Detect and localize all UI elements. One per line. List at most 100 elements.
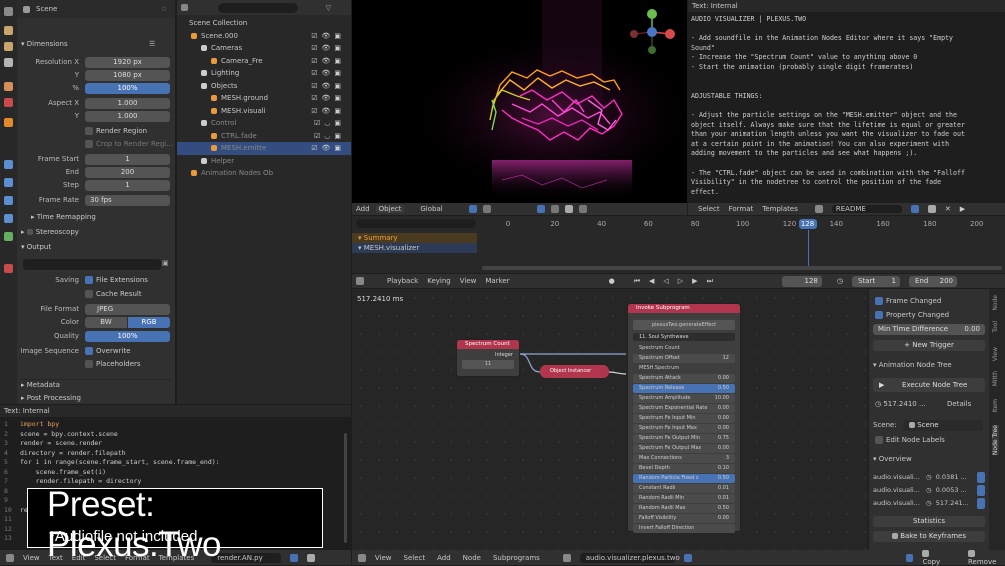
current-frame-field[interactable]: 128 (781, 275, 822, 287)
file-ext-checkbox[interactable]: File Extensions (85, 276, 148, 284)
n-panel-tab[interactable]: Node (992, 295, 999, 311)
readme-line[interactable]: object itself. Always make sure that the… (691, 121, 1003, 131)
viewport-object-menu[interactable]: Object (375, 205, 405, 213)
overwrite-checkbox[interactable]: Overwrite (85, 347, 130, 355)
readme-line[interactable] (691, 82, 1003, 92)
menu-item[interactable]: Select (404, 554, 426, 562)
node-input-row[interactable]: Constant Radii 0.01 (633, 484, 735, 493)
playback-menu[interactable]: Playback (387, 277, 418, 285)
ant-section[interactable]: ▾ Animation Node Tree (873, 361, 952, 369)
node-input-row[interactable]: Random Radii Max 0.50 (633, 504, 735, 513)
outliner-item[interactable]: Scene.000 ☑👁▣ (177, 30, 351, 43)
jump-start-icon[interactable]: ⏮ (634, 277, 640, 286)
jump-end-icon[interactable]: ⏭ (707, 277, 713, 286)
viewport-3d[interactable] (352, 0, 687, 203)
run-script-icon[interactable]: ▶ (960, 205, 965, 213)
execute-button[interactable]: ▶ Execute Node Tree (873, 378, 985, 392)
overview-section[interactable]: ▾ Overview (873, 455, 912, 463)
editor-type-icon[interactable] (6, 553, 14, 562)
node-input-row[interactable]: Spectrum Attack 0.00 (633, 374, 735, 383)
outliner-search[interactable] (218, 2, 298, 13)
text-right-file-name[interactable]: README (831, 205, 902, 213)
outliner-root[interactable]: Scene Collection (177, 17, 351, 30)
overview-action-icon[interactable] (977, 472, 985, 483)
current-frame-marker[interactable]: 128 (798, 219, 817, 229)
post-processing-section[interactable]: ▸ Post Processing (21, 394, 81, 402)
pin-icon[interactable]: ☆ (161, 5, 167, 13)
node-tree-name[interactable]: audio.visualizer.plexus.two (579, 552, 680, 563)
readme-line[interactable]: Visibility" in the nodetree to control t… (691, 178, 1003, 188)
file-format-select[interactable]: JPEG (85, 304, 170, 315)
object-instancer-node[interactable]: Object Instancer (540, 365, 609, 378)
copy-button[interactable]: Copy (922, 550, 949, 566)
statistics-button[interactable]: Statistics (873, 516, 985, 527)
spectrum-count-value[interactable]: 11 (462, 360, 514, 369)
physics-icon[interactable] (4, 196, 13, 205)
overview-row[interactable]: audio.visuali... ◷ 517.241... (873, 497, 985, 510)
marker-menu[interactable]: Marker (485, 277, 509, 285)
res-y-field[interactable]: 1080 px (85, 70, 170, 81)
readme-line[interactable]: ADJUSTABLE THINGS: (691, 92, 1003, 102)
readme-line[interactable]: adding movement to the particles and see… (691, 149, 1003, 159)
n-panel-tab[interactable]: View (992, 347, 999, 361)
readme-line[interactable]: at a certain point in the animation! You… (691, 140, 1003, 150)
bake-button[interactable]: Bake to Keyframes (873, 531, 985, 542)
view-layer-icon[interactable] (4, 58, 13, 67)
node-input-row[interactable]: Spectrum Count (633, 344, 735, 353)
readme-line[interactable] (691, 25, 1003, 35)
color-rgb-button[interactable]: RGB (128, 317, 170, 328)
node-input-row[interactable]: Spectrum Amplitude 10.00 (633, 394, 735, 403)
readme-line[interactable] (691, 101, 1003, 111)
frame-changed-checkbox[interactable]: Frame Changed (875, 297, 941, 305)
keying-menu[interactable]: Keying (427, 277, 451, 285)
visibility-toggles[interactable]: ☑◡▣ (314, 130, 345, 143)
crop-checkbox[interactable]: Crop to Render Regi... (85, 140, 173, 148)
editor-type-icon[interactable] (356, 277, 364, 285)
details-button[interactable]: Details (947, 400, 971, 408)
menu-item[interactable]: Subprograms (493, 554, 540, 562)
play-icon[interactable]: ▷ (678, 277, 683, 285)
outliner-item[interactable]: Lighting ☑👁▣ (177, 67, 351, 80)
summary-row[interactable]: ▾ Summary (352, 233, 477, 243)
record-icon[interactable]: ● (609, 277, 615, 285)
outliner-item[interactable]: Objects ☑👁▣ (177, 80, 351, 93)
scene-icon[interactable] (4, 82, 13, 91)
node-input-row[interactable]: MESH.Spectrum (633, 364, 735, 373)
next-key-icon[interactable]: ▶ (692, 277, 697, 285)
outliner-item[interactable]: Cameras ☑👁▣ (177, 42, 351, 55)
text-datablock-icon[interactable] (814, 205, 823, 213)
filter-icon[interactable]: ▽ (326, 4, 331, 12)
readme-line[interactable]: effect. (691, 188, 1003, 198)
menu-item[interactable]: Node (463, 554, 481, 562)
track-row[interactable]: ▾ MESH.visualizer (352, 243, 477, 253)
overview-action-icon[interactable] (977, 498, 985, 509)
menu-item[interactable]: Add (437, 554, 451, 562)
copy-icon[interactable] (927, 205, 936, 213)
node-input-row[interactable]: Spectrum Release 0.50 (633, 384, 735, 393)
text-right-select-menu[interactable]: Select (698, 205, 720, 213)
pin-icon[interactable] (905, 553, 914, 562)
readme-line[interactable]: - Add soundfile in the Animation Nodes E… (691, 34, 1003, 44)
node-input-row[interactable]: Spectrum Fe Output Max 0.00 (633, 444, 735, 453)
frame-step-field[interactable]: 1 (85, 180, 170, 191)
visibility-toggles[interactable]: ☑👁▣ (311, 105, 345, 118)
outliner-item[interactable]: Control ☑◡▣ (177, 117, 351, 130)
overview-row[interactable]: audio.visuali... ◷ 0.0381 ... (873, 471, 985, 484)
frame-rate-select[interactable]: 30 fps (85, 195, 170, 206)
visibility-toggles[interactable]: ☑👁▣ (311, 30, 345, 43)
pct-field[interactable]: 100% (85, 83, 170, 94)
xray-icon[interactable] (550, 205, 559, 213)
viewport-add-menu[interactable]: Add (356, 205, 370, 213)
outliner-item[interactable]: MESH.ground ☑👁▣ (177, 92, 351, 105)
cache-result-checkbox[interactable]: Cache Result (85, 290, 142, 298)
frame-start-field[interactable]: 1 (85, 154, 170, 165)
close-icon[interactable]: ✕ (945, 205, 951, 213)
visibility-toggles[interactable]: ☑👁▣ (311, 55, 345, 68)
constraint-icon[interactable] (4, 214, 13, 223)
material-icon[interactable] (4, 264, 13, 273)
node-input-row[interactable]: Spectrum Fe Output Min 0.75 (633, 434, 735, 443)
prev-key-icon[interactable]: ◀ (649, 277, 654, 285)
code-line[interactable]: render = scene.render (20, 439, 340, 449)
readme-line[interactable] (691, 159, 1003, 169)
menu-item[interactable]: View (375, 554, 392, 562)
